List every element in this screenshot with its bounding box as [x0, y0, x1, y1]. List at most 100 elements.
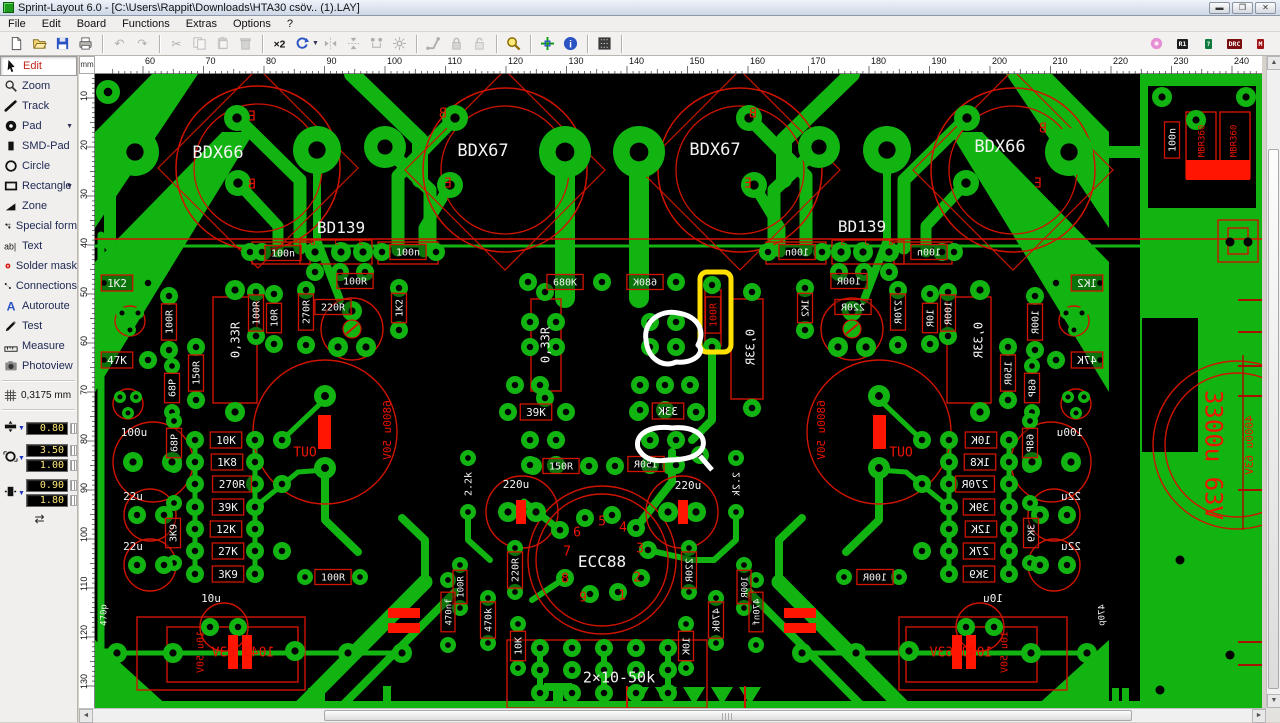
width-value-field[interactable]: 3.50 [26, 444, 68, 457]
svg-text:2×10-50k: 2×10-50k [583, 668, 655, 686]
drc-badge-button[interactable]: DRC [1223, 33, 1246, 54]
chevron-down-icon[interactable]: ▼ [18, 490, 26, 497]
rotate-button[interactable] [291, 33, 314, 54]
menu-item-file[interactable]: File [0, 17, 34, 31]
toolbar-separator [262, 34, 263, 53]
pcb-label: 68P [1021, 427, 1039, 459]
redo-button[interactable]: ↷ [131, 33, 154, 54]
grid-setting[interactable]: 0,3175 mm [0, 385, 77, 405]
rotate-dropdown[interactable]: ▼ [312, 40, 319, 47]
sidebar-item-edit[interactable]: Edit [0, 56, 77, 76]
width-value-field[interactable]: 1.00 [26, 459, 68, 472]
menu-item-[interactable]: ? [279, 17, 301, 31]
sidebar-item-track[interactable]: Track [0, 96, 77, 116]
scroll-up-button[interactable]: ▲ [1267, 56, 1280, 70]
new-file-button[interactable] [5, 33, 28, 54]
svg-text:150R: 150R [1004, 361, 1015, 386]
menu-item-functions[interactable]: Functions [114, 17, 178, 31]
menu-item-board[interactable]: Board [69, 17, 114, 31]
undo-button[interactable]: ↶ [108, 33, 131, 54]
horizontal-scrollbar[interactable]: ◄ ► [79, 708, 1266, 723]
scroll-right-button[interactable]: ► [1252, 709, 1266, 723]
save-button[interactable] [51, 33, 74, 54]
scroll-down-button[interactable]: ▼ [1267, 694, 1280, 708]
sidebar-item-pad[interactable]: Pad ▼ [0, 116, 77, 136]
help-badge-button[interactable]: ? [1197, 33, 1220, 54]
sidebar-item-circle[interactable]: Circle [0, 156, 77, 176]
pcb-label: 10u 50V [1000, 631, 1011, 673]
width-value-field[interactable]: 1.80 [26, 494, 68, 507]
svg-text:100R: 100R [252, 300, 263, 325]
width-value-field[interactable]: 0.80 [26, 421, 68, 435]
sidebar-item-text[interactable]: ab| Text [0, 236, 77, 256]
svg-text:100R: 100R [321, 573, 346, 584]
vertical-scroll-thumb[interactable] [1268, 149, 1279, 689]
svg-text:10u: 10u [201, 592, 221, 605]
swap-values-button[interactable]: ⇄ [2, 512, 77, 526]
chevron-down-icon[interactable]: ▼ [18, 425, 26, 432]
horizontal-scroll-thumb[interactable] [324, 710, 1132, 721]
sidebar-item-label: Photoview [22, 360, 73, 372]
macro-pink-button[interactable] [1145, 33, 1168, 54]
open-file-button[interactable] [28, 33, 51, 54]
align-button[interactable] [365, 33, 388, 54]
cut-icon: ✂ [171, 37, 181, 51]
lock-button[interactable] [445, 33, 468, 54]
paste-button[interactable] [211, 33, 234, 54]
copy-button[interactable] [188, 33, 211, 54]
unlock-button[interactable] [468, 33, 491, 54]
width-grip[interactable] [70, 422, 77, 434]
sidebar-item-special-form[interactable]: Special form [0, 216, 77, 236]
svg-text:ab|: ab| [4, 242, 16, 252]
r1-badge-button[interactable]: R1 [1171, 33, 1194, 54]
minimize-button[interactable]: ▬ [1209, 2, 1230, 14]
sidebar-item-connections[interactable]: Connections [0, 276, 77, 296]
svg-text:100R: 100R [862, 573, 887, 584]
sidebar-item-test[interactable]: Test [0, 316, 77, 336]
cut-button[interactable]: ✂ [165, 33, 188, 54]
vertical-scrollbar[interactable]: ▲ ▼ [1266, 56, 1280, 708]
mirror-vertical-button[interactable] [342, 33, 365, 54]
adjust-button[interactable] [388, 33, 411, 54]
width-grip[interactable] [70, 445, 77, 456]
delete-button[interactable] [234, 33, 257, 54]
macro-badge-button[interactable]: M [1249, 33, 1272, 54]
width-grip[interactable] [70, 495, 77, 506]
sidebar-item-label: Solder mask [15, 260, 77, 272]
bend-trace-button[interactable] [422, 33, 445, 54]
close-button[interactable]: ✕ [1255, 2, 1276, 14]
duplicate-x2-button[interactable]: ×2 [268, 33, 291, 54]
sidebar-item-solder-mask[interactable]: Solder mask [0, 256, 77, 276]
zoom-button[interactable] [502, 33, 525, 54]
svg-text:150: 150 [690, 56, 705, 66]
pcb-label: 100R [314, 568, 352, 586]
menu-item-extras[interactable]: Extras [178, 17, 225, 31]
pcb-canvas[interactable]: BDX66 BDX67 BDX67 BDX66 BD139 BD139 ECC88 2×10-… [93, 66, 1280, 716]
sidebar-item-photoview[interactable]: Photoview [0, 356, 77, 376]
width-value-field[interactable]: 0.90 [26, 479, 68, 492]
width-grip[interactable] [70, 460, 77, 471]
sidebar-item-zoom[interactable]: Zoom [0, 76, 77, 96]
width-grip[interactable] [70, 480, 77, 491]
sidebar-item-autoroute[interactable]: A Autoroute [0, 296, 77, 316]
footprint-button[interactable] [593, 33, 616, 54]
rectangle-icon [4, 181, 18, 191]
chevron-down-icon[interactable]: ▼ [66, 123, 73, 130]
sidebar-item-measure[interactable]: Measure [0, 336, 77, 356]
print-button[interactable] [74, 33, 97, 54]
unlock-icon [475, 37, 484, 50]
mirror-horizontal-button[interactable] [319, 33, 342, 54]
chevron-down-icon[interactable]: ▼ [18, 455, 26, 462]
scroll-left-button[interactable]: ◄ [79, 709, 93, 723]
sidebar-item-zone[interactable]: Zone [0, 196, 77, 216]
maximize-button[interactable]: ❐ [1232, 2, 1253, 14]
menu-item-edit[interactable]: Edit [34, 17, 69, 31]
chevron-down-icon[interactable]: ▼ [66, 183, 73, 190]
info-button[interactable]: i [559, 33, 582, 54]
svg-text:100R: 100R [1031, 310, 1042, 335]
sidebar-item-rectangle[interactable]: Rectangle ▼ [0, 176, 77, 196]
menu-item-options[interactable]: Options [225, 17, 279, 31]
svg-text:39K: 39K [526, 406, 546, 419]
sidebar-item-smd-pad[interactable]: SMD-Pad [0, 136, 77, 156]
picker-button[interactable] [536, 33, 559, 54]
